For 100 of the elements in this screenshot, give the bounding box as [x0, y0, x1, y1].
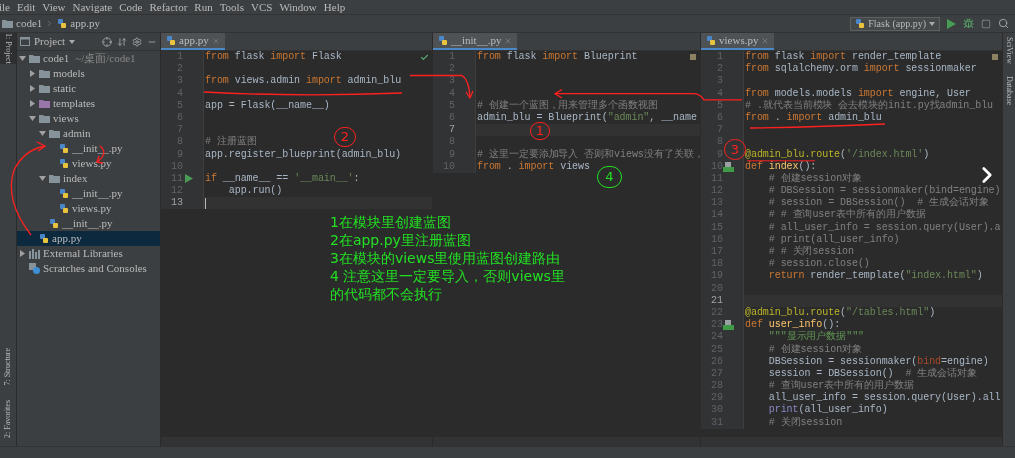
- menu-item[interactable]: Window: [279, 0, 317, 16]
- panel-icon: [20, 37, 30, 46]
- code-text: # session.close(): [767, 258, 870, 270]
- code-text: # # 关闭session: [767, 246, 854, 258]
- note-line: 3在模块的views里使用蓝图创建路由: [330, 249, 562, 267]
- code-text: app = Flask(__name__): [204, 100, 330, 112]
- tree-item[interactable]: admin: [17, 126, 160, 141]
- menu-item[interactable]: VCS: [250, 0, 273, 16]
- note-line: 4 注意这里一定要导入，否则views里: [330, 267, 565, 285]
- collapsed-arrow-icon[interactable]: [29, 85, 36, 92]
- breadcrumb-item[interactable]: code1: [16, 15, 43, 32]
- code-text: """显示用户数据""": [767, 331, 865, 343]
- menu-item[interactable]: View: [42, 0, 66, 16]
- menu-item[interactable]: Help: [323, 0, 346, 16]
- route-icon[interactable]: [723, 161, 734, 172]
- locate-icon[interactable]: [102, 36, 112, 47]
- caret-icon[interactable]: [69, 39, 76, 44]
- menu-item[interactable]: Refactor: [149, 0, 188, 16]
- code-text: # 创建session对象: [767, 173, 862, 185]
- tree-item[interactable]: __init__.py: [17, 216, 160, 231]
- expanded-arrow-icon[interactable]: [29, 115, 36, 122]
- python-file-icon: [166, 35, 176, 46]
- tree-item[interactable]: views.py: [17, 156, 160, 171]
- code-text: def user_info():: [744, 319, 841, 331]
- menu-item[interactable]: Code: [119, 0, 143, 16]
- menu-item[interactable]: Edit: [17, 0, 36, 16]
- tree-item[interactable]: Scratches and Consoles: [17, 261, 160, 276]
- python-file-icon: [59, 203, 69, 214]
- settings-icon[interactable]: [132, 36, 142, 47]
- code-text: from sqlalchemy.orm import sessionmaker: [744, 63, 977, 75]
- collapsed-arrow-icon[interactable]: [29, 100, 36, 107]
- python-file-icon: [57, 18, 68, 29]
- code-text: from flask import Flask: [204, 51, 342, 63]
- expanded-arrow-icon[interactable]: [39, 130, 46, 137]
- collapsed-arrow-icon[interactable]: [29, 70, 36, 77]
- expanded-arrow-icon[interactable]: [39, 175, 46, 182]
- code-text: # 创建session对象: [767, 344, 862, 356]
- note-line: 1在模块里创建蓝图: [330, 213, 452, 231]
- menu-item[interactable]: Run: [194, 0, 213, 16]
- library-icon: [29, 248, 40, 259]
- code-text: def index():: [744, 161, 817, 173]
- code-text: from . import views: [476, 161, 590, 173]
- line-number: 21: [710, 294, 723, 307]
- code-text: app.register_blueprint(admin_blu): [204, 149, 402, 161]
- tree-item[interactable]: models: [17, 66, 160, 81]
- stop-icon[interactable]: [981, 18, 991, 29]
- tree-item[interactable]: app.py: [17, 231, 160, 246]
- python-file-icon: [706, 35, 716, 46]
- tree-item[interactable]: views: [17, 111, 160, 126]
- menu-item[interactable]: Navigate: [72, 0, 113, 16]
- code-text: @admin_blu.route("/tables.html"): [744, 307, 936, 319]
- tree-item[interactable]: templates: [17, 96, 160, 111]
- underline-stroke: [746, 160, 816, 162]
- editor-tab[interactable]: __init__.py: [433, 33, 518, 50]
- code-text: from flask import Blueprint: [476, 51, 638, 63]
- tool-window-tab[interactable]: 7: Structure: [0, 348, 16, 386]
- search-icon[interactable]: [998, 18, 1009, 29]
- run-icon[interactable]: [184, 174, 193, 184]
- menu-item[interactable]: Tools: [219, 0, 244, 16]
- collapse-icon[interactable]: [117, 36, 127, 47]
- code-text: # DBSession = sessionmaker(bind=engine): [767, 185, 1001, 197]
- tree-item[interactable]: External Libraries: [17, 246, 160, 261]
- run-icon[interactable]: [947, 18, 956, 29]
- debug-icon[interactable]: [963, 18, 974, 29]
- python-file-icon: [59, 158, 69, 169]
- menu-item[interactable]: ile: [0, 0, 10, 16]
- code-text: # session = DBSession() # 生成会话对象: [767, 197, 989, 209]
- tool-window-tab[interactable]: 1: Project: [0, 33, 16, 64]
- tree-item[interactable]: static: [17, 81, 160, 96]
- tool-window-tab[interactable]: 2: Favorites: [0, 400, 16, 438]
- code-text: # all_user_info = session.query(User).a: [767, 222, 1001, 234]
- line-number: 13: [170, 197, 183, 210]
- tree-item[interactable]: index: [17, 171, 160, 186]
- editor-tab[interactable]: views.py: [701, 33, 775, 50]
- tree-item[interactable]: views.py: [17, 201, 160, 216]
- expanded-arrow-icon[interactable]: [19, 55, 26, 62]
- note-line: 2在app.py里注册蓝图: [330, 231, 472, 249]
- editor-tab[interactable]: app.py: [161, 33, 225, 50]
- tool-window-tab[interactable]: Database: [1004, 76, 1014, 106]
- code-text: admin_blu = Blueprint("admin", __name: [476, 112, 697, 124]
- tool-window-tab[interactable]: SciView: [1004, 37, 1014, 65]
- code-text: # 注册蓝图: [204, 136, 257, 148]
- python-file-icon: [855, 18, 866, 29]
- code-text: DBSession = sessionmaker(bind=engine): [767, 356, 989, 367]
- check-icon[interactable]: [420, 53, 429, 62]
- code-text: if __name__ == '__main__':: [204, 173, 360, 185]
- code-text: from . import admin_blu: [744, 112, 882, 124]
- breadcrumb-item[interactable]: app.py: [70, 15, 100, 32]
- python-file-icon: [59, 188, 69, 199]
- tree-item[interactable]: __init__.py: [17, 186, 160, 201]
- code-text: # print(all_user_info): [767, 234, 900, 245]
- python-file-icon: [438, 35, 448, 46]
- tree-item[interactable]: code1 ~/桌面/code1: [17, 51, 160, 66]
- code-text: app.run(): [227, 185, 283, 197]
- collapsed-arrow-icon[interactable]: [19, 250, 26, 257]
- run-config-dropdown[interactable]: Flask (app.py): [850, 16, 940, 31]
- route-icon[interactable]: [723, 320, 734, 331]
- code-text: print(all_user_info): [767, 405, 888, 416]
- folder-icon: [2, 19, 13, 28]
- panel-title[interactable]: Project: [34, 33, 66, 50]
